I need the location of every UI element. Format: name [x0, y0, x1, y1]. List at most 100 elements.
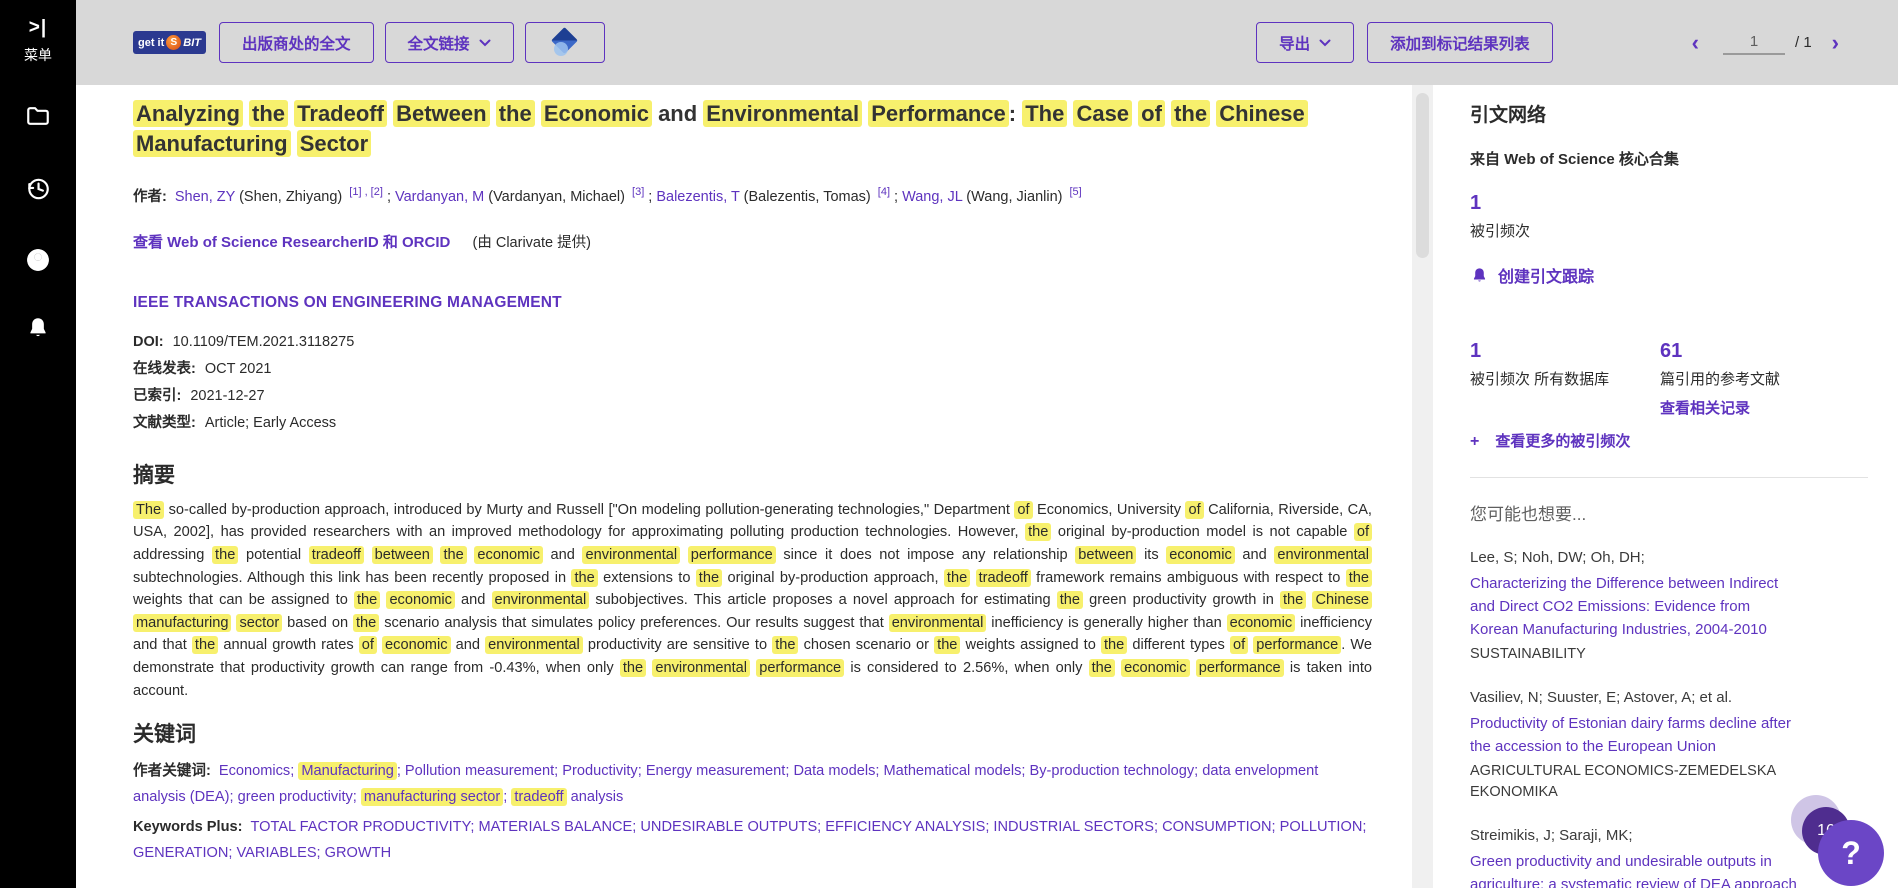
citation-stats-row: 1 被引频次 所有数据库 61 篇引用的参考文献 查看相关记录 [1470, 340, 1876, 418]
refs-count[interactable]: 61 [1660, 340, 1780, 363]
meta-row: 已索引:2021-12-27 [133, 383, 1372, 410]
author-separator: ; [890, 189, 902, 205]
prev-page-button[interactable]: ‹ [1686, 32, 1705, 54]
meta-label: 在线发表: [133, 361, 196, 377]
abstract-text: The so-called by-production approach, in… [133, 499, 1372, 702]
suggestion-title-link[interactable]: Productivity of Estonian dairy farms dec… [1470, 712, 1800, 758]
meta-rows: DOI: 10.1109/TEM.2021.3118275 在线发表: OCT 202… [133, 329, 1372, 437]
meta-label: 文献类型: [133, 415, 196, 431]
suggestion-title-link[interactable]: Green productivity and undesirable outpu… [1470, 850, 1800, 888]
meta-row: DOI: 10.1109/TEM.2021.3118275 [133, 329, 1372, 356]
times-cited-label: 被引频次 [1470, 220, 1876, 241]
researcherid-note: (由 Clarivate 提供) [473, 235, 591, 251]
expand-menu-icon: >| [29, 17, 47, 39]
logo-g-ball-icon: S [166, 35, 181, 50]
author-link[interactable]: Balezentis, T [656, 189, 739, 205]
refs-label: 篇引用的参考文献 [1660, 368, 1780, 389]
meta-label: DOI: [133, 334, 164, 350]
nav-folder-button[interactable] [0, 103, 76, 129]
suggestion-authors: Streimikis, J; Saraji, MK; [1470, 825, 1800, 847]
next-page-button[interactable]: › [1826, 32, 1845, 54]
abstract-heading: 摘要 [133, 459, 1372, 489]
author-link[interactable]: Shen, ZY [175, 189, 235, 205]
scrollbar-thumb[interactable] [1416, 93, 1429, 258]
suggestions-heading: 您可能也想要... [1470, 500, 1876, 525]
researcherid-line: 查看 Web of Science ResearcherID 和 ORCID (… [133, 231, 1372, 252]
chevron-down-icon [479, 39, 491, 47]
suggestion-item: Lee, S; Noh, DW; Oh, DH; Characterizing … [1470, 547, 1800, 665]
logo-text-bit: BIT [183, 37, 201, 49]
top-toolbar: get it S BIT 出版商处的全文 全文链接 导出 添加到标记结果列表 ‹… [76, 0, 1898, 85]
core-collection-subheading: 来自 Web of Science 核心合集 [1470, 148, 1876, 169]
author-affiliation-sup[interactable]: [5] [1070, 186, 1082, 198]
kite-diamond-icon [552, 29, 578, 57]
menu-label: 菜单 [24, 45, 52, 65]
author-link[interactable]: Vardanyan, M [395, 189, 484, 205]
author-affiliation-sup[interactable]: [1] , [2] [349, 186, 383, 198]
keywords-plus-links[interactable]: TOTAL FACTOR PRODUCTIVITY; MATERIALS BAL… [133, 819, 1366, 861]
meta-row: 在线发表: OCT 2021 [133, 356, 1372, 383]
author-keywords[interactable]: 作者关键词:Economics; Manufacturing; Pollutio… [133, 758, 1372, 810]
view-related-records-link[interactable]: 查看相关记录 [1660, 397, 1750, 418]
meta-value: 10.1109/TEM.2021.3118275 [173, 334, 355, 350]
authors-label: 作者: [133, 189, 167, 205]
page-number-input[interactable] [1723, 31, 1785, 55]
view-more-citations-link[interactable]: + 查看更多的被引频次 [1470, 430, 1876, 451]
meta-value: OCT 2021 [205, 361, 272, 377]
endnote-click-button[interactable] [525, 22, 605, 63]
nav-alerts-button[interactable] [0, 315, 76, 341]
bell-icon [1470, 266, 1489, 285]
author-fullname: (Shen, Zhiyang) [235, 189, 346, 205]
logo-text-getit: get it [138, 37, 164, 49]
create-citation-alert-link[interactable]: 创建引文跟踪 [1470, 263, 1876, 287]
menu-expand-button[interactable]: >| 菜单 [0, 17, 76, 65]
fulltext-links-label: 全文链接 [408, 32, 470, 54]
person-icon [25, 247, 51, 273]
article-title: Analyzing the Tradeoff Between the Econo… [133, 99, 1372, 159]
keywords-plus[interactable]: Keywords Plus:TOTAL FACTOR PRODUCTIVITY;… [133, 814, 1372, 866]
meta-row: 文献类型: Article; Early Access [133, 410, 1372, 437]
history-clock-icon [25, 176, 51, 202]
meta-value: 2021-12-27 [190, 388, 264, 404]
fulltext-publisher-button[interactable]: 出版商处的全文 [219, 22, 374, 63]
suggestion-title-link[interactable]: Characterizing the Difference between In… [1470, 572, 1800, 641]
all-databases-stat: 1 被引频次 所有数据库 [1470, 340, 1660, 418]
suggestion-item: Vasiliev, N; Suuster, E; Astover, A; et … [1470, 687, 1800, 803]
nav-account-button[interactable] [0, 247, 76, 273]
left-nav-rail: >| 菜单 [0, 0, 76, 888]
main-area: Analyzing the Tradeoff Between the Econo… [76, 85, 1898, 888]
suggestion-item: Streimikis, J; Saraji, MK; Green product… [1470, 825, 1800, 888]
meta-value: Article; Early Access [205, 415, 336, 431]
panel-scrollbar[interactable] [1412, 85, 1433, 888]
get-it-bit-logo[interactable]: get it S BIT [133, 31, 206, 54]
citation-network-heading: 引文网络 [1470, 100, 1876, 127]
author-fullname: (Balezentis, Tomas) [740, 189, 875, 205]
author-keywords-label: 作者关键词: [133, 763, 211, 779]
author-link[interactable]: Wang, JL [902, 189, 962, 205]
journal-link[interactable]: IEEE TRANSACTIONS ON ENGINEERING MANAGEM… [133, 294, 1372, 312]
export-button[interactable]: 导出 [1256, 22, 1354, 63]
researcherid-link[interactable]: 查看 Web of Science ResearcherID 和 ORCID [133, 234, 450, 251]
page-total: / 1 [1795, 34, 1812, 51]
suggestion-journal: SUSTAINABILITY [1470, 644, 1800, 665]
plus-icon: + [1470, 433, 1479, 451]
help-button[interactable]: ? [1818, 820, 1884, 886]
bell-icon [25, 315, 51, 341]
add-to-marked-list-button[interactable]: 添加到标记结果列表 [1367, 22, 1553, 63]
nav-history-button[interactable] [0, 176, 76, 202]
author-fullname: (Vardanyan, Michael) [484, 189, 629, 205]
author-affiliation-sup[interactable]: [3] [632, 186, 644, 198]
keywords-plus-label: Keywords Plus: [133, 819, 242, 835]
author-keywords-links[interactable]: Economics; Manufacturing; Pollution meas… [133, 762, 1318, 806]
pagination: ‹ / 1 › [1686, 31, 1845, 55]
citation-network-panel: 引文网络 来自 Web of Science 核心合集 1 被引频次 创建引文跟… [1433, 85, 1898, 888]
suggestion-journal: AGRICULTURAL ECONOMICS-ZEMEDELSKA EKONOM… [1470, 761, 1800, 803]
author-affiliation-sup[interactable]: [4] [878, 186, 890, 198]
all-db-count[interactable]: 1 [1470, 340, 1660, 363]
view-more-citations-label[interactable]: 查看更多的被引频次 [1495, 430, 1630, 451]
authors-line: 作者:Shen, ZY (Shen, Zhiyang) [1] , [2] ; … [133, 181, 1333, 208]
author-fullname: (Wang, Jianlin) [962, 189, 1066, 205]
times-cited-count[interactable]: 1 [1470, 192, 1876, 215]
author-info-heading: 作者信息 [133, 884, 1372, 888]
fulltext-links-button[interactable]: 全文链接 [385, 22, 514, 63]
